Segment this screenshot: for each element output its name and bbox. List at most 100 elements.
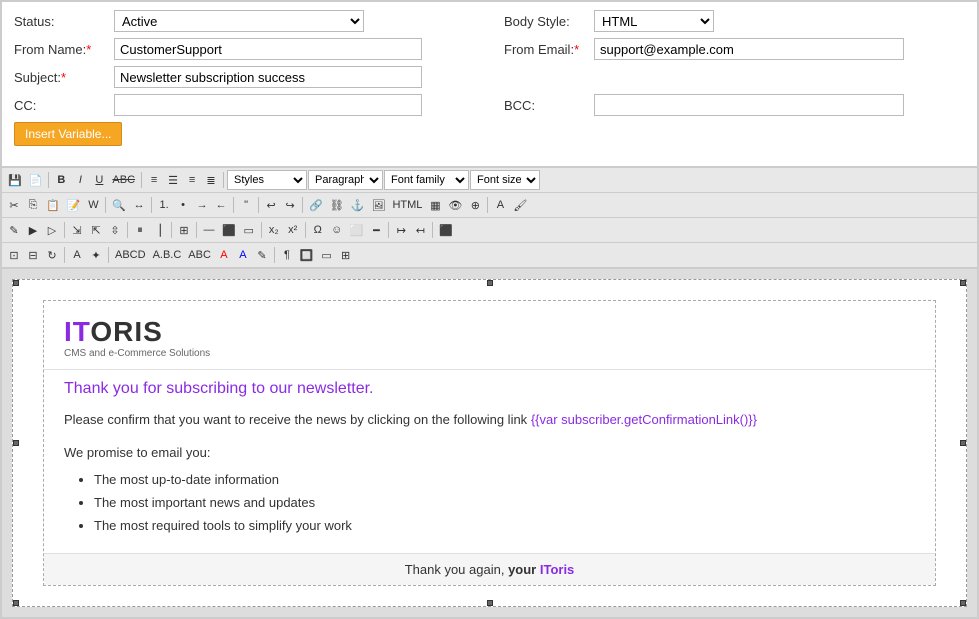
resize-handle-mr[interactable] <box>960 440 966 446</box>
tb-media-btn[interactable]: ▶ <box>24 220 42 240</box>
resize-handle-ml[interactable] <box>13 440 19 446</box>
resize-handle-tm[interactable] <box>487 280 493 286</box>
cc-left: CC: <box>14 94 504 116</box>
tb-sep-12 <box>171 222 172 238</box>
bcc-input[interactable] <box>594 94 904 116</box>
editor-canvas[interactable]: ITORIS CMS and e-Commerce Solutions Than… <box>12 279 967 607</box>
tb-paste-word-btn[interactable]: W <box>84 195 102 215</box>
tb-align-left-btn[interactable]: ≡ <box>145 170 163 190</box>
tb-cut-btn[interactable]: ✂ <box>5 195 23 215</box>
tb-table-btn[interactable]: ⊞ <box>175 220 193 240</box>
tb-bold-btn[interactable]: B <box>52 170 70 190</box>
resize-handle-br[interactable] <box>960 600 966 606</box>
tb-r1-btn3[interactable]: ↻ <box>43 245 61 265</box>
tb-align-justify-btn[interactable]: ≣ <box>202 170 220 190</box>
insert-variable-button[interactable]: Insert Variable... <box>14 122 122 146</box>
tb-edit-btn[interactable]: ✎ <box>5 220 23 240</box>
tb-r1-btn7[interactable]: A.B.C <box>150 245 185 265</box>
tb-r1-btn4[interactable]: A <box>68 245 86 265</box>
tb-ol-btn[interactable]: 1. <box>155 195 173 215</box>
tb-sup-btn[interactable]: x² <box>284 220 302 240</box>
footer-text: Thank you again, <box>405 562 505 577</box>
tb-styles-select[interactable]: Styles <box>227 170 307 190</box>
status-select[interactable]: Active <box>114 10 364 32</box>
tb-r1-btn10[interactable]: A <box>234 245 252 265</box>
tb-r1-btn5[interactable]: ✦ <box>87 245 105 265</box>
tb-col-btn[interactable]: ⏸ <box>131 220 149 240</box>
tb-find-btn[interactable]: 🔍 <box>109 195 129 215</box>
tb-italic-btn[interactable]: I <box>71 170 89 190</box>
tb-hline2-btn[interactable]: ━ <box>367 220 385 240</box>
tb-col2-btn[interactable]: ⎟ <box>150 220 168 240</box>
tb-template-btn[interactable]: ▦ <box>426 195 444 215</box>
tb-link-btn[interactable]: 🔗 <box>306 195 326 215</box>
resize-handle-tl[interactable] <box>13 280 19 286</box>
tb-r1-btn14[interactable]: ▭ <box>318 245 336 265</box>
tb-omega-btn[interactable]: Ω <box>309 220 327 240</box>
tb-align-center-btn[interactable]: ☰ <box>164 170 182 190</box>
tb-zoom-btn[interactable]: ⊕ <box>466 195 484 215</box>
tb-sub-btn[interactable]: x₂ <box>265 220 283 240</box>
tb-undo-btn[interactable]: ↩ <box>262 195 280 215</box>
tb-save-btn[interactable]: 💾 <box>5 170 25 190</box>
tb-r1-btn1[interactable]: ⊡ <box>5 245 23 265</box>
tb-r1-btn8[interactable]: ABC <box>185 245 214 265</box>
confirm-link[interactable]: {{var subscriber.getConfirmationLink()}} <box>531 412 757 427</box>
tb-replace-btn[interactable]: ↔ <box>130 195 148 215</box>
tb-smiley-btn[interactable]: ☺ <box>328 220 346 240</box>
body-style-select[interactable]: HTML <box>594 10 714 32</box>
tb-html-btn[interactable]: HTML <box>389 195 425 215</box>
tb-outdent-btn[interactable]: ← <box>212 195 230 215</box>
tb-resize-btn[interactable]: ⇲ <box>68 220 86 240</box>
tb-pagebreak-btn[interactable]: ⬛ <box>219 220 239 240</box>
tb-r1-btn9[interactable]: A <box>215 245 233 265</box>
resize-handle-bl[interactable] <box>13 600 19 606</box>
tb-ul-btn[interactable]: • <box>174 195 192 215</box>
tb-redo-btn[interactable]: ↪ <box>281 195 299 215</box>
tb-align-right-btn[interactable]: ≡ <box>183 170 201 190</box>
tb-media2-btn[interactable]: ▷ <box>43 220 61 240</box>
email-logo: ITORIS CMS and e-Commerce Solutions <box>64 316 915 359</box>
from-name-input[interactable] <box>114 38 422 60</box>
tb-blockquote-btn[interactable]: " <box>237 195 255 215</box>
tb-unlink-btn[interactable]: ⛓ <box>327 195 347 215</box>
tb-paragraph-select[interactable]: Paragraph <box>308 170 383 190</box>
tb-r1-btn13[interactable]: 🔲 <box>297 245 317 265</box>
tb-bidi2-btn[interactable]: ↤ <box>411 220 429 240</box>
tb-hline-btn[interactable]: — <box>200 220 218 240</box>
tb-r1-btn2[interactable]: ⊟ <box>24 245 42 265</box>
body-style-right: Body Style: HTML <box>504 10 965 32</box>
from-email-input[interactable] <box>594 38 904 60</box>
tb-resize2-btn[interactable]: ⇱ <box>87 220 105 240</box>
tb-underline-btn[interactable]: U <box>90 170 108 190</box>
tb-r1-btn12[interactable]: ¶ <box>278 245 296 265</box>
tb-maximize-btn[interactable]: ⬛ <box>436 220 456 240</box>
tb-newdoc-btn[interactable]: 📄 <box>26 170 46 190</box>
tb-font-size-select[interactable]: Font size <box>470 170 540 190</box>
tb-paste-text-btn[interactable]: 📝 <box>64 195 84 215</box>
main-container: Status: Active Body Style: HTML From Nam… <box>0 0 979 619</box>
tb-copy-btn[interactable]: ⎘ <box>24 195 42 215</box>
tb-image-btn[interactable]: 🖼 <box>368 195 388 215</box>
tb-bgcolor-btn[interactable]: 🖌 <box>510 195 530 215</box>
tb-bidi-btn[interactable]: ↦ <box>392 220 410 240</box>
tb-font-family-select[interactable]: Font family <box>384 170 469 190</box>
tb-resize3-btn[interactable]: ⇳ <box>106 220 124 240</box>
tb-preview-btn[interactable]: 👁 <box>445 195 465 215</box>
tb-layer-btn[interactable]: ▭ <box>240 220 258 240</box>
tb-paste-btn[interactable]: 📋 <box>43 195 63 215</box>
tb-indent-btn[interactable]: → <box>193 195 211 215</box>
tb-r1-btn6[interactable]: ABCD <box>112 245 149 265</box>
resize-handle-tr[interactable] <box>960 280 966 286</box>
tb-r1-btn11[interactable]: ✎ <box>253 245 271 265</box>
resize-handle-bm[interactable] <box>487 600 493 606</box>
cc-row: CC: BCC: <box>14 94 965 116</box>
subject-input[interactable] <box>114 66 422 88</box>
tb-r1-btn15[interactable]: ⊞ <box>337 245 355 265</box>
tb-iframe-btn[interactable]: ⬜ <box>347 220 367 240</box>
tb-strikethrough-btn[interactable]: ABC <box>109 170 138 190</box>
from-name-row: From Name:* From Email:* <box>14 38 965 60</box>
tb-color-btn[interactable]: A <box>491 195 509 215</box>
cc-input[interactable] <box>114 94 422 116</box>
tb-anchor-btn[interactable]: ⚓ <box>348 195 368 215</box>
